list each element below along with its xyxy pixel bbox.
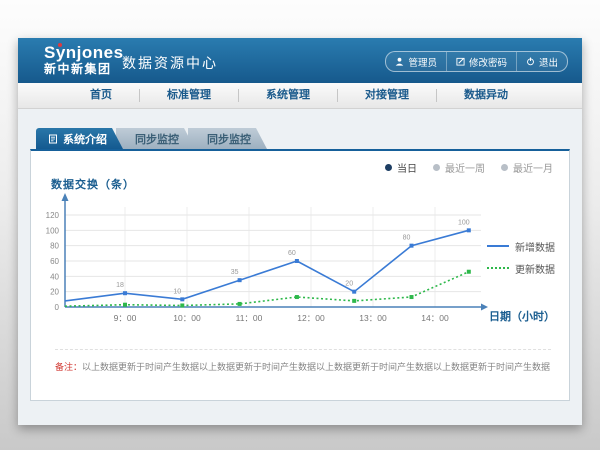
line-chart: 9：00 10：00 11：00 12：00 13：00 14：00 0 20 40 60 80 10… <box>41 187 523 339</box>
logo-text: Synjones <box>44 43 124 62</box>
y-tick-label: 100 <box>46 226 60 235</box>
change-password-button[interactable]: 修改密码 <box>446 52 516 71</box>
data-point-marker <box>352 290 356 294</box>
app-window: Synjones 新中新集团 数据资源中心 管理员 修改密码 <box>18 38 582 425</box>
logout-label: 退出 <box>539 55 558 69</box>
tab-3[interactable]: 同步监控 <box>188 128 267 149</box>
footnote-text: 以上数据更新于时间产生数据以上数据更新于时间产生数据以上数据更新于时间产生数据以… <box>82 362 551 372</box>
content-area: 系统介绍同步监控同步监控 当日最近一周最近一月 数据交换（条） 9：0010：0… <box>18 109 582 401</box>
y-tick-label: 60 <box>50 257 59 266</box>
radio-label: 最近一月 <box>513 160 553 175</box>
y-tick-label: 40 <box>50 272 59 281</box>
legend-label: 更新数据 <box>515 261 555 276</box>
legend-label: 新增数据 <box>515 239 555 254</box>
data-point-marker <box>410 295 414 299</box>
data-point-marker <box>123 303 127 307</box>
logo-text-row: Synjones <box>44 43 124 63</box>
logo-accent-dot <box>58 43 62 47</box>
legend-line <box>487 245 509 247</box>
logout-button[interactable]: 退出 <box>516 52 567 71</box>
user-label: 管理员 <box>408 55 437 69</box>
data-point-label: 35 <box>231 269 239 276</box>
data-point-label: 20 <box>345 281 353 288</box>
main-nav: 首页标准管理系统管理对接管理数据异动 <box>18 83 582 109</box>
data-point-label: 100 <box>458 219 470 226</box>
tab-1[interactable]: 系统介绍 <box>36 128 123 149</box>
footnote-prefix: 备注： <box>55 362 82 372</box>
footnote: 备注：以上数据更新于时间产生数据以上数据更新于时间产生数据以上数据更新于时间产生… <box>55 349 551 373</box>
user-icon <box>395 57 404 66</box>
data-point-marker <box>467 228 471 232</box>
y-tick-label: 120 <box>46 211 60 220</box>
data-point-marker <box>295 295 299 299</box>
y-tick-label: 20 <box>50 288 59 297</box>
user-menu-admin[interactable]: 管理员 <box>386 52 446 71</box>
tab-bar: 系统介绍 同步监控 同步监控 <box>36 128 582 149</box>
x-tick-label: 12：00 <box>297 313 325 323</box>
x-tick-label: 11：00 <box>236 313 263 323</box>
legend-line <box>487 267 509 269</box>
nav-item-3[interactable]: 系统管理 <box>239 89 338 102</box>
radio-dot <box>433 164 440 171</box>
page-title: 数据资源中心 <box>122 53 218 73</box>
chart-panel: 当日最近一周最近一月 数据交换（条） 9：0010：0011：0012：0013… <box>30 149 570 401</box>
data-point-marker <box>238 278 242 282</box>
data-point-label: 18 <box>116 282 124 289</box>
radio-dot <box>385 164 392 171</box>
data-point-marker <box>238 302 242 306</box>
radio-option-2[interactable]: 最近一周 <box>433 160 485 175</box>
brand-logo: Synjones 新中新集团 <box>44 43 124 76</box>
y-tick-label: 80 <box>50 242 59 251</box>
y-tick-label: 0 <box>55 303 60 312</box>
chart-legend: 新增数据更新数据 <box>487 235 555 279</box>
data-point-marker <box>180 303 184 307</box>
legend-item-1: 新增数据 <box>487 235 555 257</box>
x-axis-label: 日期（小时） <box>489 308 555 324</box>
document-icon <box>48 134 58 144</box>
data-point-marker <box>180 297 184 301</box>
x-tick-label: 13：00 <box>359 313 387 323</box>
user-menu: 管理员 修改密码 退出 <box>385 51 568 72</box>
tab-label: 同步监控 <box>207 131 251 147</box>
radio-option-3[interactable]: 最近一月 <box>501 160 553 175</box>
data-point-marker <box>352 299 356 303</box>
x-tick-label: 14：00 <box>421 313 449 323</box>
radio-option-1[interactable]: 当日 <box>385 160 417 175</box>
x-axis-arrow <box>481 304 488 311</box>
legend-item-2: 更新数据 <box>487 257 555 279</box>
time-range-filter: 当日 最近一周 最近一月 <box>385 160 553 175</box>
tab-label: 同步监控 <box>135 131 179 147</box>
y-axis-arrow <box>62 193 69 201</box>
radio-label: 当日 <box>397 160 417 175</box>
data-point-marker <box>123 291 127 295</box>
data-point-label: 80 <box>403 235 411 242</box>
nav-item-5[interactable]: 数据异动 <box>437 89 535 102</box>
nav-item-1[interactable]: 首页 <box>63 89 140 102</box>
data-point-marker <box>467 270 471 274</box>
nav-item-4[interactable]: 对接管理 <box>338 89 437 102</box>
series-line <box>65 272 469 307</box>
app-header: Synjones 新中新集团 数据资源中心 管理员 修改密码 <box>18 38 582 83</box>
logo-subtext: 新中新集团 <box>44 63 124 77</box>
nav-item-2[interactable]: 标准管理 <box>140 89 239 102</box>
radio-dot <box>501 164 508 171</box>
data-point-marker <box>295 259 299 263</box>
x-tick-label: 10：00 <box>173 313 201 323</box>
tab-label: 系统介绍 <box>63 131 107 147</box>
data-point-label: 10 <box>173 288 181 295</box>
change-password-label: 修改密码 <box>469 55 507 69</box>
x-tick-label: 9：00 <box>114 313 137 323</box>
edit-icon <box>456 57 465 66</box>
radio-label: 最近一周 <box>445 160 485 175</box>
power-icon <box>526 57 535 66</box>
data-point-marker <box>410 244 414 248</box>
data-point-label: 60 <box>288 250 296 257</box>
tab-2[interactable]: 同步监控 <box>116 128 195 149</box>
